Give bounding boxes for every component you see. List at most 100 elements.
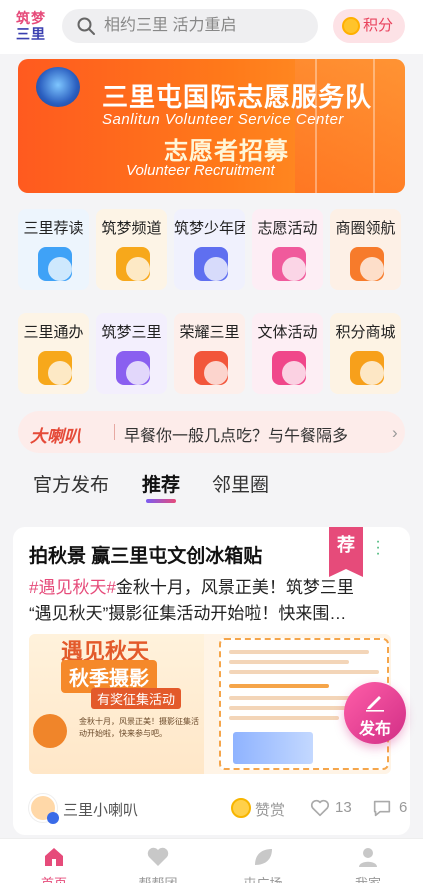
tab-indicator <box>146 499 176 503</box>
post-hashtag[interactable]: #遇见秋天# <box>29 578 116 597</box>
grid-item-2[interactable]: 筑梦频道 <box>96 209 167 290</box>
cityscape-illustration <box>233 732 313 764</box>
announcement-tag: 大喇叭 <box>30 427 81 446</box>
tabbar-help[interactable]: 帮帮团 <box>123 839 193 883</box>
tab-recommended[interactable]: 推荐 <box>142 470 180 497</box>
pen-icon <box>366 696 384 712</box>
heart-icon[interactable] <box>309 797 331 819</box>
search-icon <box>77 17 95 35</box>
publish-button[interactable]: 发布 <box>344 682 406 744</box>
reward-label[interactable]: 赞赏 <box>255 799 285 820</box>
grid-item-1[interactable]: 三里荐读 <box>18 209 89 290</box>
rules-line <box>229 684 329 688</box>
publish-label: 发布 <box>358 721 391 738</box>
icon-highlight <box>126 257 150 281</box>
grid-item-label: 荣耀三里 <box>179 324 240 341</box>
bottom-tabbar: 首页 帮帮团 屯广场 我家 <box>0 838 423 883</box>
grid-item-5[interactable]: 商圈领航 <box>330 209 401 290</box>
leaf-icon <box>255 849 272 865</box>
search-placeholder: 相约三里 活力重启 <box>104 17 237 34</box>
grid-item-10[interactable]: 积分商城 <box>330 313 401 394</box>
post-text: 金秋十月，风景正美！筑梦三里 <box>115 578 354 597</box>
grid-item-label: 筑梦少年团 <box>174 220 245 237</box>
grid-item-label: 三里荐读 <box>23 220 84 237</box>
rules-line <box>229 706 359 710</box>
coin-icon <box>342 17 360 35</box>
announcement-message: 早餐你一般几点吃？与午餐隔多 <box>124 428 349 445</box>
tabbar-label: 屯广场 <box>228 873 298 883</box>
grid-item-8[interactable]: 荣耀三里 <box>174 313 245 394</box>
app-logo[interactable]: 筑梦 三里 <box>16 10 50 44</box>
post-title: 拍秋景 赢三里屯文创冰箱贴 <box>29 546 263 567</box>
post-image[interactable]: 遇见秋天 秋季摄影 有奖征集活动 金秋十月，风景正美！摄影征集活动开始啦，快来参… <box>29 634 391 774</box>
volunteer-banner[interactable]: 三里屯国际志愿服务队 Sanlitun Volunteer Service Ce… <box>18 59 405 193</box>
search-bar[interactable]: 相约三里 活力重启 <box>62 9 318 43</box>
tabbar-home[interactable]: 首页 <box>19 839 89 883</box>
verified-badge-icon <box>47 812 59 824</box>
top-header: 筑梦 三里 相约三里 活力重启 积分 <box>0 0 423 54</box>
icon-highlight <box>48 361 72 385</box>
grid-item-label: 三里通办 <box>23 324 84 341</box>
poster-tagline: 有奖征集活动 <box>91 688 182 709</box>
home-icon <box>45 848 63 866</box>
logo-text-top: 筑梦 <box>16 10 46 26</box>
rules-line <box>229 716 339 720</box>
icon-highlight <box>360 361 384 385</box>
icon-highlight <box>282 257 306 281</box>
tabbar-mine[interactable]: 我家 <box>333 839 403 883</box>
post-text-line1: #遇见秋天#金秋十月，风景正美！筑梦三里 <box>29 575 397 601</box>
rules-line <box>229 660 349 664</box>
tabbar-label: 帮帮团 <box>123 873 193 883</box>
author-name[interactable]: 三里小喇叭 <box>63 799 138 820</box>
post-footer: 三里小喇叭 赞赏 13 6 <box>29 794 407 824</box>
grid-item-4[interactable]: 志愿活动 <box>252 209 323 290</box>
tab-official[interactable]: 官方发布 <box>33 470 109 497</box>
banner-subtitle-cn: 志愿者招募 <box>164 138 289 165</box>
persimmon-illustration <box>33 714 67 748</box>
more-options-icon[interactable]: · · · <box>375 534 381 562</box>
grid-item-label: 文体活动 <box>257 324 318 341</box>
grid-item-7[interactable]: 筑梦三里 <box>96 313 167 394</box>
post-card[interactable]: 拍秋景 赢三里屯文创冰箱贴 荐 · · · #遇见秋天#金秋十月，风景正美！筑梦三里… <box>13 527 410 835</box>
banner-title-cn: 三里屯国际志愿服务队 <box>102 82 373 112</box>
poster-blurb: 金秋十月，风景正美！摄影征集活动开始啦，快来参与吧。 <box>79 717 199 738</box>
points-button[interactable]: 积分 <box>333 9 405 43</box>
tab-neighborhood[interactable]: 邻里圈 <box>212 470 269 497</box>
icon-highlight <box>204 361 228 385</box>
heart-hands-icon <box>147 847 169 866</box>
icon-highlight <box>126 361 150 385</box>
icon-highlight <box>282 361 306 385</box>
grid-item-label: 筑梦三里 <box>101 324 162 341</box>
grid-item-label: 筑梦频道 <box>101 220 162 237</box>
like-count: 13 <box>335 799 352 816</box>
post-text-line2: “遇见秋天”摄影征集活动开始啦！快来围… <box>29 604 347 623</box>
banner-title-en: Sanlitun Volunteer Service Center <box>102 111 344 128</box>
grid-item-label: 积分商城 <box>335 324 396 341</box>
tabbar-label: 首页 <box>19 873 89 883</box>
points-label: 积分 <box>363 17 394 34</box>
tabbar-square[interactable]: 屯广场 <box>228 839 298 883</box>
announcement-bar[interactable]: 大喇叭 早餐你一般几点吃？与午餐隔多 › <box>18 411 405 453</box>
icon-highlight <box>204 257 228 281</box>
comment-count: 6 <box>399 799 408 816</box>
grid-item-9[interactable]: 文体活动 <box>252 313 323 394</box>
icon-highlight <box>48 257 72 281</box>
recommended-badge: 荐 <box>329 527 363 577</box>
feed-tabs: 官方发布 推荐 邻里圈 <box>0 462 423 506</box>
banner-subtitle-en: Volunteer Recruitment <box>126 162 275 179</box>
chevron-right-icon: › <box>392 423 398 442</box>
comment-icon[interactable] <box>371 797 393 819</box>
rules-line <box>229 670 379 674</box>
tabbar-label: 我家 <box>333 873 403 883</box>
grid-item-6[interactable]: 三里通办 <box>18 313 89 394</box>
icon-highlight <box>360 257 384 281</box>
logo-text-bottom: 三里 <box>16 26 46 42</box>
grid-item-3[interactable]: 筑梦少年团 <box>174 209 245 290</box>
rules-line <box>229 650 369 654</box>
announcement-divider <box>114 424 115 440</box>
volunteer-seal-logo <box>36 67 80 107</box>
grid-item-label: 志愿活动 <box>257 220 318 237</box>
grid-item-label: 商圈领航 <box>335 220 396 237</box>
person-icon <box>359 848 377 867</box>
reward-coin-icon[interactable] <box>231 798 251 818</box>
